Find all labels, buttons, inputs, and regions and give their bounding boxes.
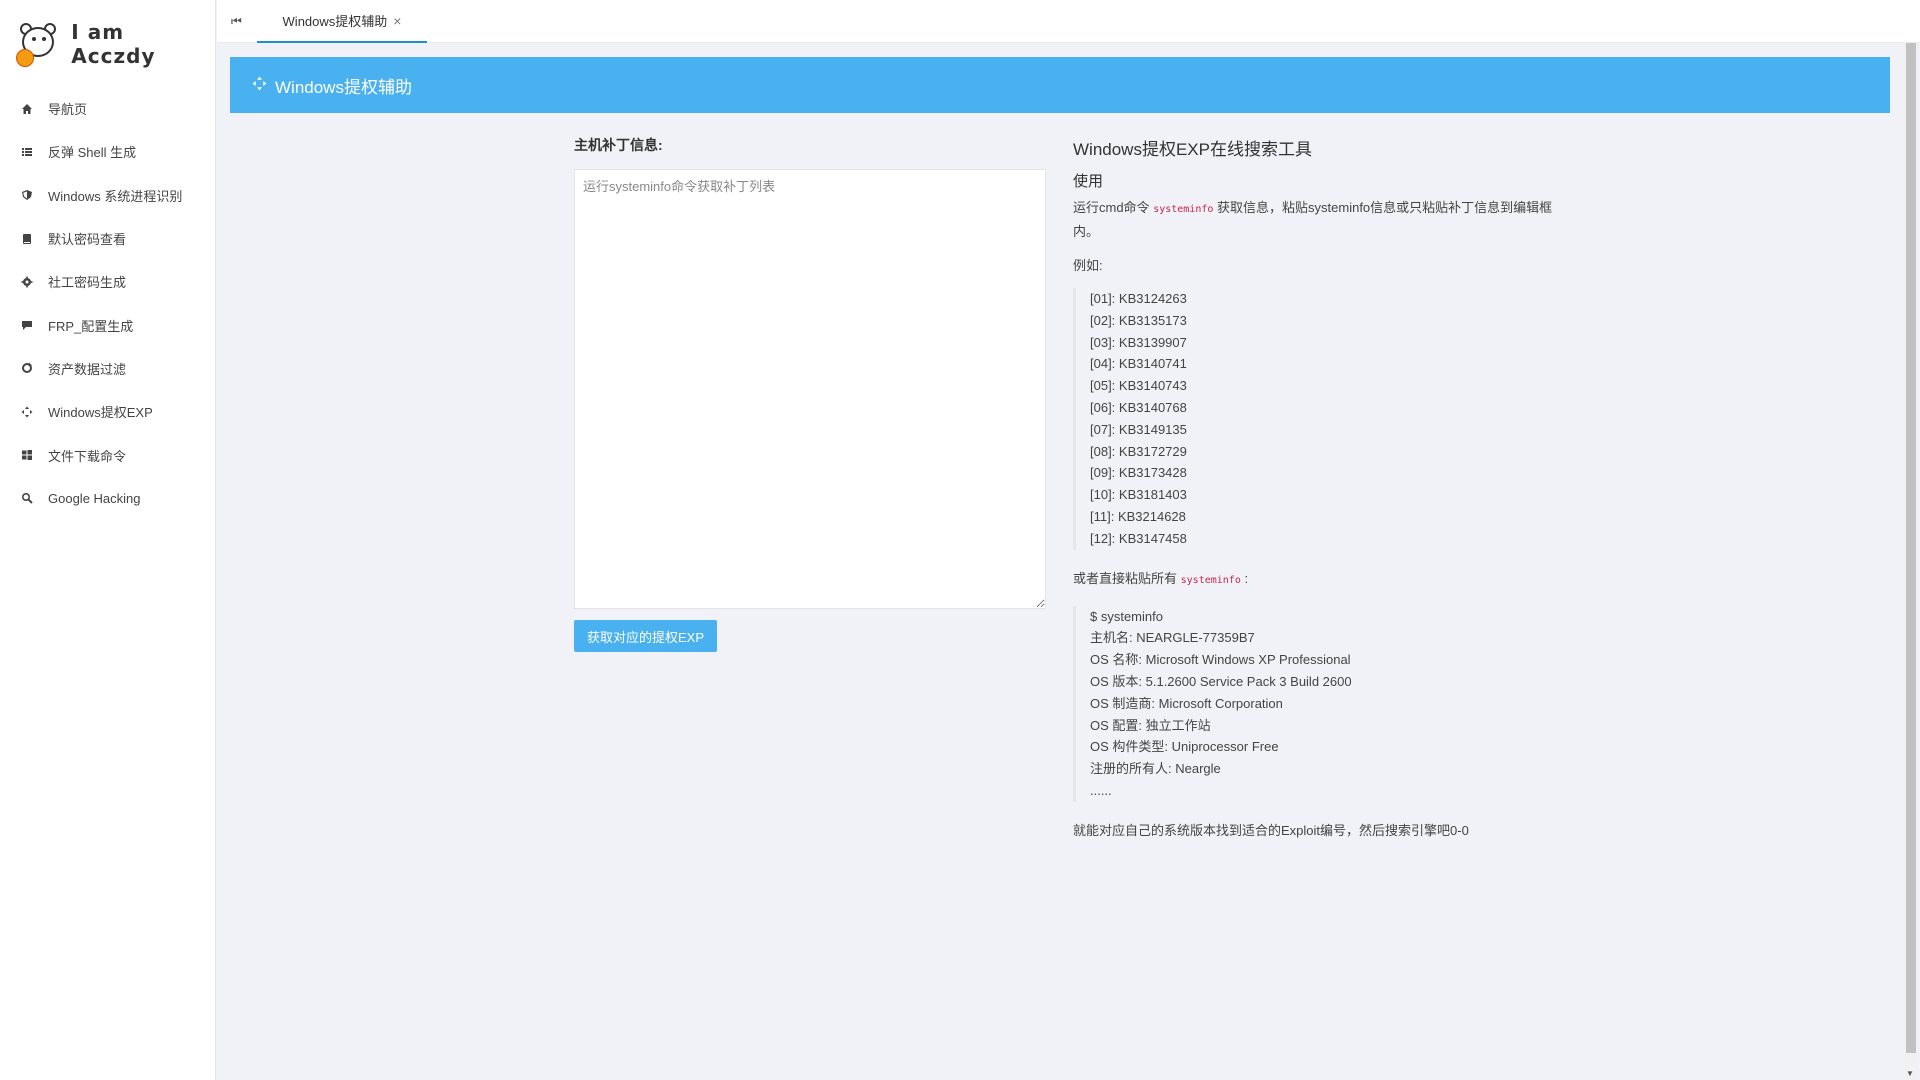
tab-bar: ⏮ Windows提权辅助 × xyxy=(217,0,1920,43)
patch-form: 主机补丁信息: 获取对应的提权EXP xyxy=(574,135,1046,652)
sidebar-item-google-hacking[interactable]: Google Hacking xyxy=(0,477,216,520)
scrollbar-thumb[interactable] xyxy=(1906,43,1916,1053)
sidebar-item-label: 文件下载命令 xyxy=(48,448,127,464)
help-subtitle: 使用 xyxy=(1073,173,1104,190)
sidebar-item-process-identify[interactable]: Windows 系统进程识别 xyxy=(0,174,216,217)
sidebar-item-label: 社工密码生成 xyxy=(48,275,127,291)
refresh-icon xyxy=(20,361,34,375)
sidebar-item-reverse-shell[interactable]: 反弹 Shell 生成 xyxy=(0,130,216,173)
sidebar-item-label: 默认密码查看 xyxy=(48,232,127,248)
close-icon[interactable]: × xyxy=(393,13,401,29)
gear-icon xyxy=(20,275,34,289)
patch-info-textarea[interactable] xyxy=(574,169,1046,609)
sidebar-item-frp-config[interactable]: FRP_配置生成 xyxy=(0,303,216,346)
systeminfo-code: systeminfo xyxy=(1153,204,1214,215)
sidebar-item-label: Windows 系统进程识别 xyxy=(48,188,183,204)
home-icon xyxy=(20,102,34,116)
page-banner: Windows提权辅助 xyxy=(230,57,1890,113)
sidebar-item-label: 反弹 Shell 生成 xyxy=(48,145,137,161)
tab-windows-privilege[interactable]: Windows提权辅助 × xyxy=(257,0,427,43)
sysinfo-line: OS 配置: 独立工作站 xyxy=(1090,717,1211,733)
patch-info-label: 主机补丁信息: xyxy=(574,137,663,153)
alt-instruction: 或者直接粘贴所有 systeminfo : xyxy=(1073,568,1553,592)
book-icon xyxy=(20,232,34,246)
systeminfo-code-2: systeminfo xyxy=(1180,574,1241,586)
kb-list-quote: [01]: KB3124263 [02]: KB3135173 [03]: KB… xyxy=(1073,288,1553,550)
help-intro-text: 运行cmd命令 xyxy=(1073,200,1150,215)
sidebar-item-social-password[interactable]: 社工密码生成 xyxy=(0,260,216,303)
sidebar-item-label: Google Hacking xyxy=(48,490,141,506)
kb-item: [09]: KB3173428 xyxy=(1090,465,1187,481)
alt-text: 或者直接粘贴所有 xyxy=(1073,570,1178,586)
sidebar-item-label: Windows提权EXP xyxy=(48,405,153,421)
sidebar-item-label: FRP_配置生成 xyxy=(48,318,134,334)
kb-item: [11]: KB3214628 xyxy=(1090,508,1186,524)
diamond-arrows-icon xyxy=(20,405,34,419)
sidebar-item-download-command[interactable]: 文件下载命令 xyxy=(0,433,216,476)
help-intro: 运行cmd命令 systeminfo 获取信息，粘贴systeminfo信息或只… xyxy=(1073,197,1553,243)
sidebar-item-label: 资产数据过滤 xyxy=(48,361,127,377)
sysinfo-line: ...... xyxy=(1090,782,1112,798)
example-label: 例如: xyxy=(1073,258,1103,273)
sysinfo-line: $ systeminfo xyxy=(1090,608,1163,624)
sidebar: I am Acczdy 导航页 反弹 Shell 生成 Windows 系统进程… xyxy=(0,0,216,1080)
sidebar-item-windows-exp[interactable]: Windows提权EXP xyxy=(0,390,216,433)
diamond-arrows-icon xyxy=(252,76,267,95)
chat-icon xyxy=(20,318,34,332)
kb-item: [06]: KB3140768 xyxy=(1090,399,1187,415)
sidebar-item-label: 导航页 xyxy=(48,102,88,118)
kb-item: [01]: KB3124263 xyxy=(1090,291,1187,306)
windows-icon xyxy=(20,448,34,462)
sysinfo-line: 主机名: NEARGLE-77359B7 xyxy=(1090,630,1255,646)
sysinfo-line: OS 版本: 5.1.2600 Service Pack 3 Build 260… xyxy=(1090,673,1352,689)
scroll-down-icon[interactable]: ▼ xyxy=(1906,1069,1914,1078)
kb-item: [12]: KB3147458 xyxy=(1090,530,1187,546)
help-panel: Windows提权EXP在线搜索工具 使用 运行cmd命令 systeminfo… xyxy=(1073,135,1553,839)
sysinfo-quote: $ systeminfo 主机名: NEARGLE-77359B7 OS 名称:… xyxy=(1073,605,1553,802)
shield-icon xyxy=(20,188,34,202)
help-outro: 就能对应自己的系统版本找到适合的Exploit编号，然后搜索引擎吧0-0 xyxy=(1073,822,1469,838)
help-title: Windows提权EXP在线搜索工具 xyxy=(1073,140,1312,159)
sidebar-item-asset-filter[interactable]: 资产数据过滤 xyxy=(0,347,216,390)
sidebar-item-home[interactable]: 导航页 xyxy=(0,87,216,130)
kb-item: [04]: KB3140741 xyxy=(1090,356,1187,372)
alt-text-colon: : xyxy=(1244,570,1249,586)
sidebar-item-default-password[interactable]: 默认密码查看 xyxy=(0,217,216,260)
sysinfo-line: OS 构件类型: Uniprocessor Free xyxy=(1090,739,1279,755)
sysinfo-line: 注册的所有人: Neargle xyxy=(1090,761,1221,777)
get-exp-button[interactable]: 获取对应的提权EXP xyxy=(574,620,717,652)
kb-item: [02]: KB3135173 xyxy=(1090,312,1187,328)
brand-logo[interactable]: I am Acczdy xyxy=(14,20,214,68)
kb-item: [03]: KB3139907 xyxy=(1090,334,1187,350)
search-icon xyxy=(20,491,34,505)
tab-label: Windows提权辅助 xyxy=(282,14,388,29)
kb-item: [05]: KB3140743 xyxy=(1090,378,1187,394)
kb-item: [07]: KB3149135 xyxy=(1090,421,1187,437)
monkey-logo-icon xyxy=(14,21,60,67)
page-title: Windows提权辅助 xyxy=(275,77,412,97)
sidebar-nav: 导航页 反弹 Shell 生成 Windows 系统进程识别 默认密码查看 社工… xyxy=(0,87,216,520)
kb-item: [08]: KB3172729 xyxy=(1090,443,1187,459)
kb-item: [10]: KB3181403 xyxy=(1090,487,1187,503)
sysinfo-line: OS 名称: Microsoft Windows XP Professional xyxy=(1090,652,1351,668)
brand-name: I am Acczdy xyxy=(71,20,156,68)
sysinfo-line: OS 制造商: Microsoft Corporation xyxy=(1090,695,1283,711)
page-scrollbar[interactable]: ▼ xyxy=(1904,43,1918,1080)
skip-back-icon[interactable]: ⏮ xyxy=(231,14,242,29)
list-icon xyxy=(20,145,34,159)
